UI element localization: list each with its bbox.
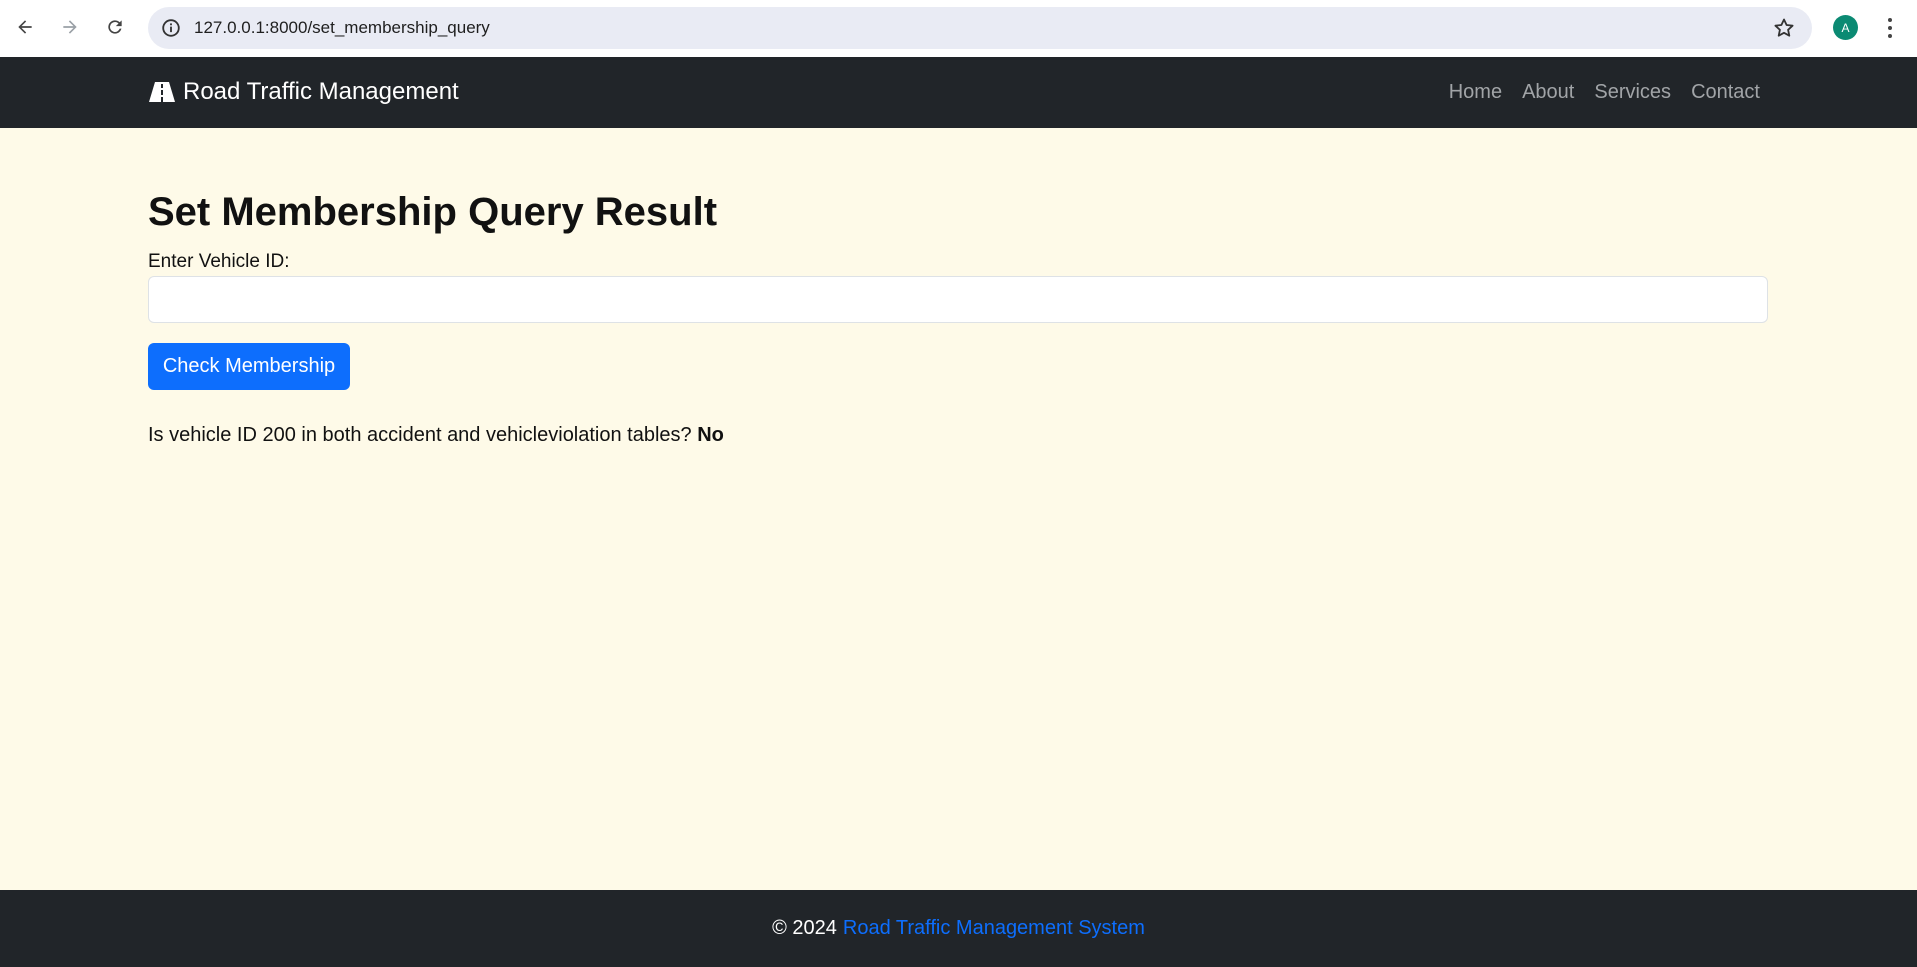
check-membership-button[interactable]: Check Membership — [148, 343, 350, 390]
browser-toolbar: 127.0.0.1:8000/set_membership_query A — [0, 0, 1917, 57]
nav-link-home[interactable]: Home — [1449, 81, 1502, 104]
url-text: 127.0.0.1:8000/set_membership_query — [194, 18, 490, 37]
reload-icon — [108, 20, 122, 34]
road-icon — [149, 82, 175, 102]
bookmark-star-icon[interactable] — [1772, 16, 1796, 40]
site-info-icon[interactable] — [160, 17, 182, 39]
result-question: Is vehicle ID 200 in both accident and v… — [148, 424, 692, 446]
profile-avatar[interactable]: A — [1833, 15, 1858, 40]
footer-link[interactable]: Road Traffic Management System — [843, 917, 1145, 940]
reload-button[interactable] — [100, 12, 130, 42]
arrow-right-icon — [63, 20, 77, 34]
site-footer: © 2024 Road Traffic Management System — [0, 890, 1917, 967]
brand-link[interactable]: Road Traffic Management — [148, 78, 459, 106]
more-vert-icon — [1888, 18, 1892, 38]
nav-link-contact[interactable]: Contact — [1691, 81, 1760, 104]
brand-label: Road Traffic Management — [183, 78, 459, 105]
vehicle-id-input[interactable] — [148, 276, 1768, 323]
result-answer: No — [697, 424, 724, 446]
page-title: Set Membership Query Result — [148, 190, 718, 234]
back-button[interactable] — [10, 12, 40, 42]
address-bar[interactable]: 127.0.0.1:8000/set_membership_query — [148, 7, 1812, 49]
nav-link-services[interactable]: Services — [1594, 81, 1671, 104]
footer-copyright: © 2024 — [772, 917, 837, 939]
forward-button[interactable] — [55, 12, 85, 42]
arrow-left-icon — [18, 20, 32, 34]
site-navbar: Road Traffic Management Home About Servi… — [0, 57, 1917, 128]
nav-link-about[interactable]: About — [1522, 81, 1574, 104]
vehicle-id-label: Enter Vehicle ID: — [148, 251, 290, 272]
nav-links: Home About Services Contact — [1449, 81, 1760, 104]
result-text: Is vehicle ID 200 in both accident and v… — [148, 424, 724, 447]
browser-menu-button[interactable] — [1880, 14, 1900, 42]
